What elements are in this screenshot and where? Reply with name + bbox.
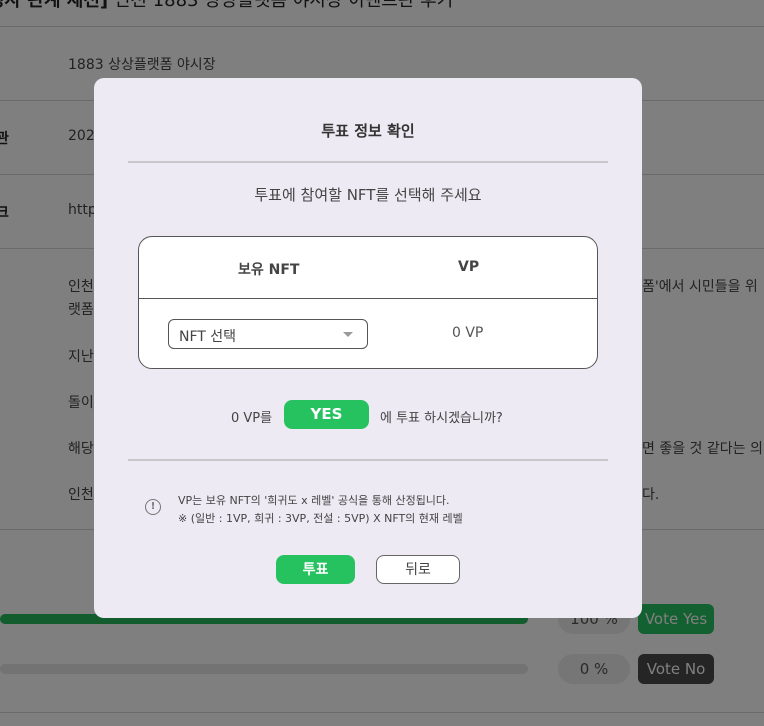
modal-subtitle: 투표에 참여할 NFT를 선택해 주세요 (254, 186, 482, 204)
vote-choice-badge: YES (284, 400, 369, 429)
nft-select-dropdown[interactable]: NFT 선택 (168, 319, 368, 349)
info-text-line1: VP는 보유 NFT의 '희귀도 x 레벨' 공식을 통해 산정됩니다. (178, 494, 450, 507)
modal-title: 투표 정보 확인 (321, 122, 415, 140)
vote-confirm-modal: 투표 정보 확인 투표에 참여할 NFT를 선택해 주세요 보유 NFT VP … (94, 78, 642, 618)
info-text-line2: ※ (일반 : 1VP, 희귀 : 3VP, 전설 : 5VP) X NFT의 … (178, 512, 463, 525)
modal-divider-top (128, 161, 608, 163)
chevron-down-icon (343, 332, 353, 337)
modal-divider-bottom (128, 459, 608, 461)
info-icon: ! (145, 499, 161, 515)
confirm-vp-text: 0 VP를 (231, 411, 273, 426)
vote-button[interactable]: 투표 (276, 555, 355, 584)
vote-confirm-line: 0 VP를 YES 에 투표 하시겠습니까? (94, 400, 642, 430)
confirm-question: 에 투표 하시겠습니까? (380, 411, 503, 426)
back-button[interactable]: 뒤로 (376, 555, 460, 584)
nft-table: 보유 NFT VP NFT 선택 0 VP (138, 236, 598, 369)
column-header-vp: VP (458, 259, 480, 275)
nft-table-header: 보유 NFT VP (139, 237, 597, 299)
vp-value: 0 VP (452, 325, 484, 341)
nft-select-value: NFT 선택 (179, 329, 237, 345)
column-header-nft: 보유 NFT (238, 262, 300, 278)
